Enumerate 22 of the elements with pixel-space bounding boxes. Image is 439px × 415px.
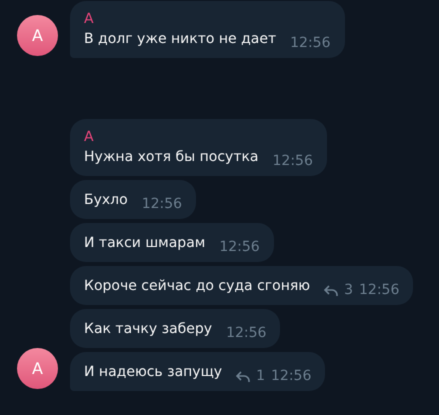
reply-count[interactable]: 3: [344, 280, 353, 301]
message-time: 12:56: [219, 238, 260, 257]
avatar[interactable]: А: [17, 15, 58, 56]
message-text: Бухло: [84, 191, 128, 210]
message-time: 12:56: [226, 324, 266, 343]
message-time: 12:56: [272, 152, 313, 171]
avatar[interactable]: А: [17, 348, 58, 389]
message-time: 12:56: [142, 195, 182, 214]
message-text: В долг уже никто не дает: [84, 30, 276, 49]
message-time: 12:56: [290, 34, 330, 53]
message-text: Короче сейчас до суда сгоняю: [84, 277, 310, 296]
reply-icon[interactable]: [324, 284, 338, 296]
message-text: Нужна хотя бы посутка: [84, 148, 259, 167]
sender-name[interactable]: А: [84, 128, 313, 146]
sender-name[interactable]: А: [84, 10, 330, 28]
message-text: И такси шмарам: [84, 234, 206, 253]
message-time: 12:56: [271, 367, 312, 386]
reply-count[interactable]: 1: [256, 366, 265, 387]
message-text: И надеюсь запущу: [84, 363, 222, 382]
reply-icon[interactable]: [236, 370, 250, 382]
message-time: 12:56: [359, 281, 400, 300]
message-text: Как тачку заберу: [84, 320, 212, 339]
